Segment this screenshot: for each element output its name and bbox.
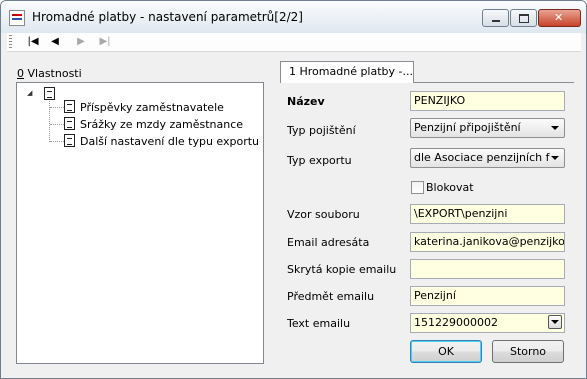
typ-exportu-select[interactable]: dle Asociace penzijních fondů: [410, 148, 565, 168]
minimize-button[interactable]: [482, 9, 509, 27]
first-record-button[interactable]: |◀: [23, 34, 43, 50]
maximize-button[interactable]: [510, 9, 537, 27]
typ-pojisteni-select[interactable]: Penzijní připojištění: [410, 118, 565, 138]
app-icon: [9, 10, 25, 26]
previous-record-button[interactable]: ◀: [45, 34, 65, 50]
document-icon: [44, 87, 55, 100]
chevron-down-icon: [551, 156, 559, 160]
tree-item-srazky[interactable]: Srážky ze mzdy zaměstnance: [80, 118, 243, 131]
typ-pojisteni-label: Typ pojištění: [287, 124, 356, 137]
text-emailu-dropdown-button[interactable]: [548, 315, 562, 329]
document-icon: [64, 117, 75, 130]
email-adresata-label: Email adresáta: [287, 236, 370, 249]
next-record-button[interactable]: ▶: [71, 34, 91, 50]
ok-button[interactable]: OK: [410, 340, 482, 363]
tab-hromadne-platby[interactable]: 1 Hromadné platby -...: [280, 61, 414, 83]
nazev-field[interactable]: PENZIJKO: [410, 91, 565, 111]
tab-divider: [414, 82, 574, 83]
window-title: Hromadné platby - nastavení parametrů[2/…: [32, 10, 303, 24]
vzor-souboru-label: Vzor souboru: [287, 208, 360, 221]
predmet-field[interactable]: Penzijní: [410, 286, 565, 306]
last-record-button[interactable]: ▶|: [95, 34, 115, 50]
navigation-toolbar: |◀ ◀ ▶ ▶|: [7, 33, 581, 52]
properties-label: 0 Vlastnosti: [17, 67, 82, 80]
toolbar-grip[interactable]: [9, 35, 12, 48]
cancel-button[interactable]: Storno: [492, 340, 564, 363]
properties-tree[interactable]: ◢ Příspěvky zaměstnavatele Srážky ze mzd…: [16, 82, 264, 364]
skryta-kopie-label: Skrytá kopie emailu: [287, 263, 397, 276]
predmet-label: Předmět emailu: [287, 290, 375, 303]
typ-exportu-label: Typ exportu: [287, 154, 352, 167]
close-button[interactable]: [538, 9, 581, 27]
blokovat-label[interactable]: Blokovat: [426, 181, 474, 194]
document-icon: [64, 100, 75, 113]
skryta-kopie-field[interactable]: [410, 259, 565, 279]
dialog-window: Hromadné platby - nastavení parametrů[2/…: [0, 0, 587, 379]
blokovat-checkbox[interactable]: [411, 181, 424, 194]
vzor-souboru-field[interactable]: \EXPORT\penzijni: [410, 204, 565, 224]
text-emailu-field[interactable]: 151229000002: [410, 313, 565, 333]
chevron-down-icon: [551, 126, 559, 130]
document-icon: [64, 134, 75, 147]
nazev-label: Název: [287, 95, 325, 108]
text-emailu-label: Text emailu: [287, 317, 351, 330]
tree-collapse-icon[interactable]: ◢: [27, 89, 32, 97]
email-adresata-field[interactable]: katerina.janikova@penzijko.cz: [410, 232, 565, 252]
title-bar: Hromadné platby - nastavení parametrů[2/…: [1, 1, 586, 33]
tree-item-dalsi-nastaveni[interactable]: Další nastavení dle typu exportu: [80, 135, 259, 148]
tree-item-prispevky[interactable]: Příspěvky zaměstnavatele: [80, 101, 224, 114]
